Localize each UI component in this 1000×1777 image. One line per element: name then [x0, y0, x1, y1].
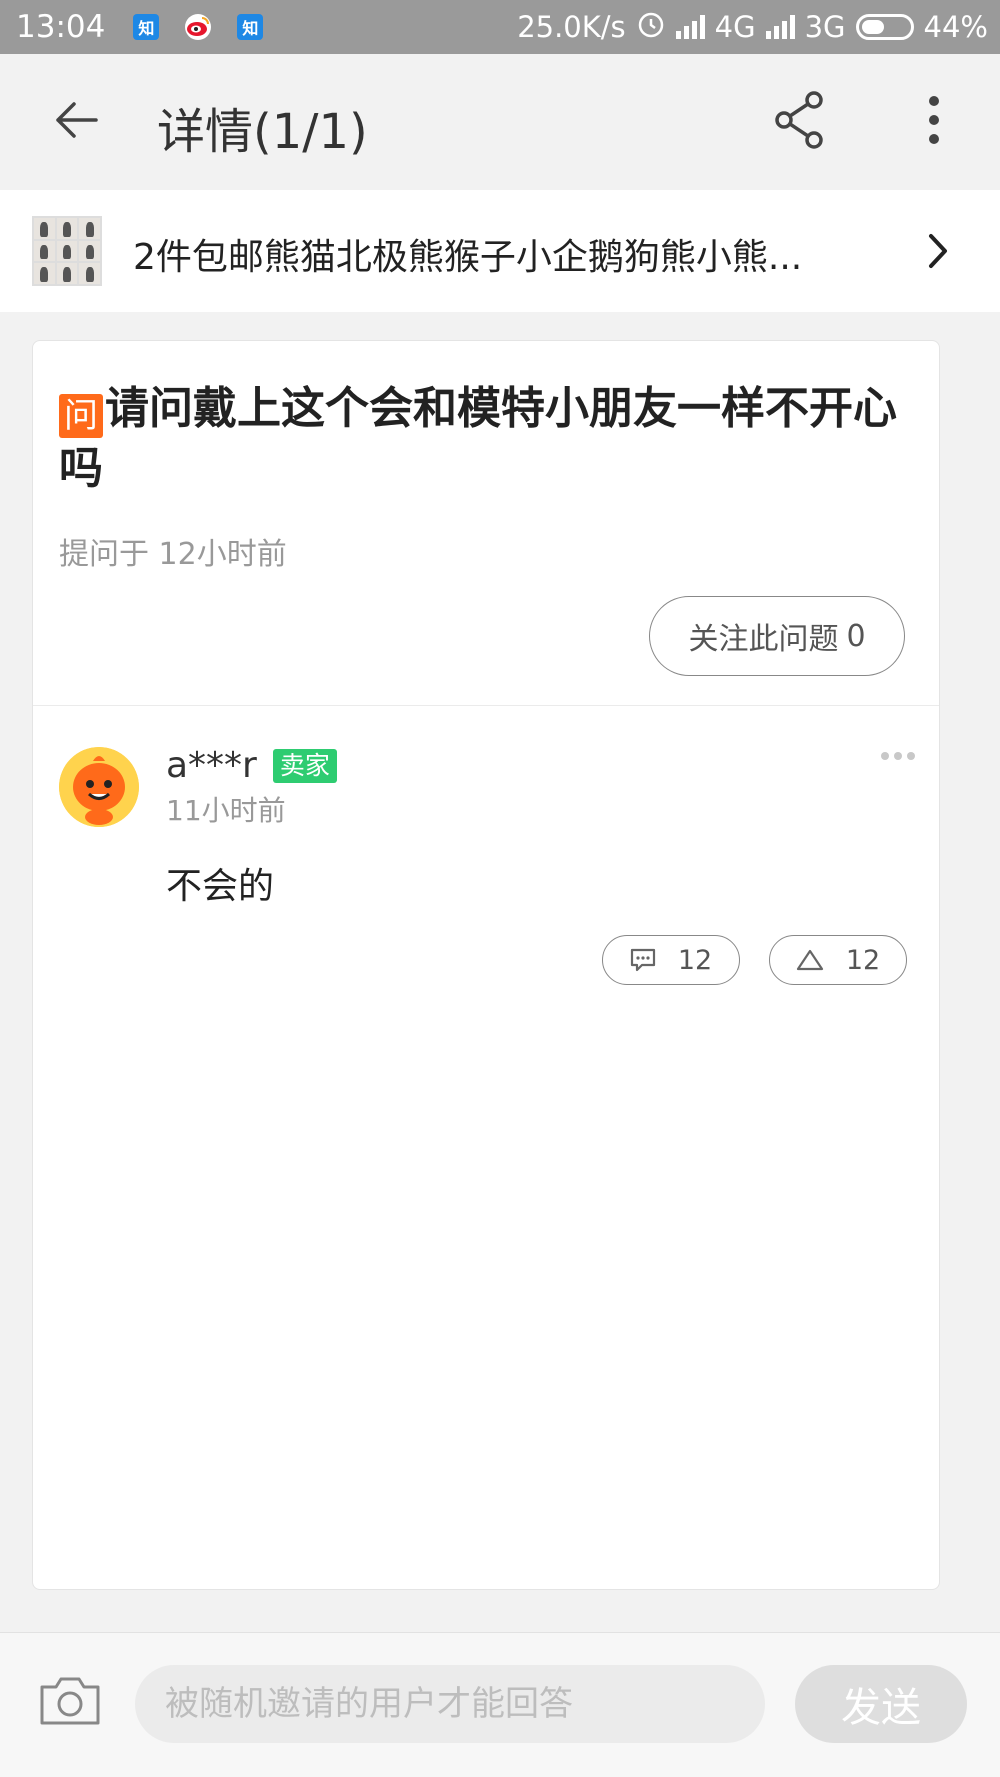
answer-input[interactable]: [135, 1665, 765, 1743]
question-title: 问请问戴上这个会和模特小朋友一样不开心吗: [59, 379, 899, 499]
follow-question-button[interactable]: 关注此问题 0: [649, 596, 905, 676]
product-title: 2件包邮熊猫北极熊猴子小企鹅狗熊小熊...: [133, 237, 803, 278]
reply-button[interactable]: 12: [602, 935, 740, 985]
network-label-2: 3G: [804, 10, 846, 44]
back-button[interactable]: [40, 84, 112, 156]
answer-more-button[interactable]: [873, 741, 923, 771]
battery-level: 44%: [923, 10, 988, 44]
product-thumbnail: [32, 216, 102, 286]
chevron-right-icon: [918, 226, 958, 276]
comment-icon: [630, 948, 655, 972]
zhihu-icon: 知: [237, 14, 264, 40]
alarm-icon: [636, 9, 666, 46]
follow-count: 0: [846, 618, 866, 654]
answer-bar: 发送: [0, 1632, 1000, 1777]
answer-username[interactable]: a***r: [166, 745, 257, 786]
net-speed: 25.0K/s: [517, 10, 626, 44]
seller-tag: 卖家: [272, 748, 337, 783]
product-link[interactable]: 2件包邮熊猫北极熊猴子小企鹅狗熊小熊...: [0, 190, 1000, 312]
question-text: 请问戴上这个会和模特小朋友一样不开心吗: [59, 383, 897, 494]
question-badge: 问: [59, 394, 103, 438]
like-count: 12: [845, 944, 881, 976]
answer-user: a***r 卖家: [166, 745, 337, 786]
battery-icon: [855, 14, 914, 40]
answer-text: 不会的: [166, 866, 275, 907]
follow-label: 关注此问题: [688, 622, 839, 657]
weibo-icon: [185, 14, 212, 40]
reply-count: 12: [677, 944, 713, 976]
send-button[interactable]: 发送: [795, 1665, 967, 1743]
network-label-1: 4G: [714, 10, 756, 44]
app-header: 详情(1/1): [0, 54, 1000, 188]
share-icon: [775, 91, 823, 149]
signal-icon: [765, 15, 795, 39]
more-vertical-icon: [929, 96, 939, 144]
camera-button[interactable]: [38, 1675, 102, 1733]
answer-time: 11小时前: [166, 794, 286, 827]
upvote-icon: [796, 949, 823, 971]
camera-icon: [40, 1677, 100, 1725]
avatar[interactable]: [59, 747, 139, 827]
page-title: 详情(1/1): [157, 104, 368, 160]
zhihu-icon: 知: [133, 14, 160, 40]
question-time: 提问于 12小时前: [59, 537, 287, 572]
divider: [33, 705, 939, 706]
status-bar: 13:04 知 知 25.0K/s 4G 3G 44%: [0, 0, 1000, 54]
status-time: 13:04: [16, 9, 106, 45]
more-options-button[interactable]: [898, 84, 970, 156]
upvote-button[interactable]: 12: [769, 935, 907, 985]
share-button[interactable]: [764, 84, 836, 156]
signal-icon: [675, 15, 705, 39]
back-arrow-icon: [56, 102, 98, 138]
qa-card: 问请问戴上这个会和模特小朋友一样不开心吗 提问于 12小时前 关注此问题 0 a…: [32, 340, 940, 1590]
